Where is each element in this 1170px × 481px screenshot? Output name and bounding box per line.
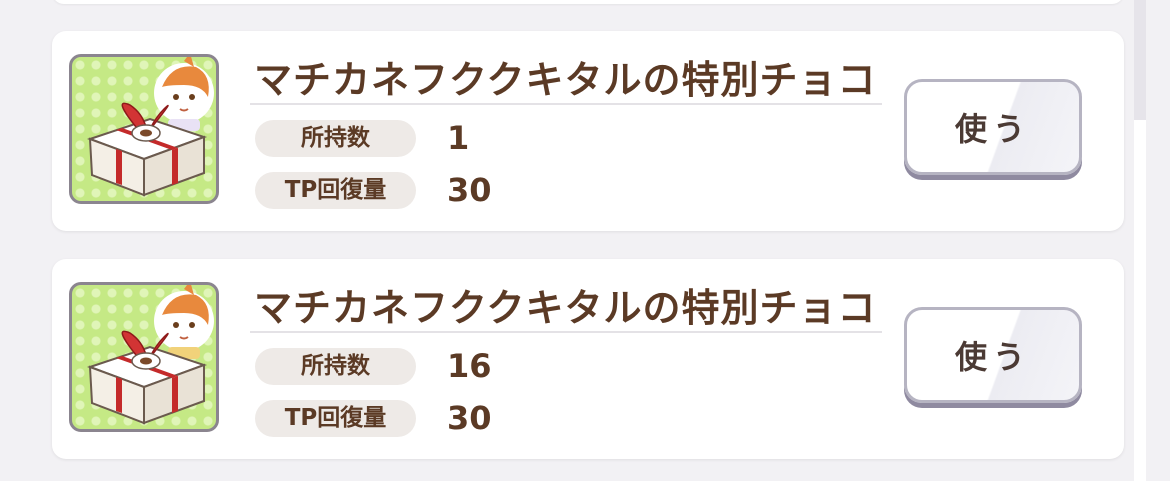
item-title: マチカネフククキタルの特別チョコ bbox=[254, 286, 877, 330]
use-button-label: 使う bbox=[954, 110, 1031, 148]
gift-box-icon bbox=[69, 282, 219, 432]
use-button[interactable]: 使う bbox=[904, 307, 1082, 403]
use-button[interactable]: 使う bbox=[904, 79, 1082, 175]
stat-label-quantity: 所持数 bbox=[255, 120, 416, 157]
previous-item-card-edge bbox=[52, 0, 1124, 4]
item-list-screen: マチカネフククキタルの特別チョコ 所持数 1 TP回復量 30 使う マチカネフ… bbox=[0, 0, 1170, 481]
stat-value-tp-recovery: 30 bbox=[447, 399, 492, 437]
gift-box-icon bbox=[69, 54, 219, 204]
stat-value-tp-recovery: 30 bbox=[447, 171, 492, 209]
item-card: マチカネフククキタルの特別チョコ 所持数 1 TP回復量 30 使う bbox=[52, 31, 1124, 231]
stat-label-tp-recovery: TP回復量 bbox=[255, 400, 416, 437]
character-chibi-icon bbox=[154, 57, 214, 131]
scrollbar-thumb[interactable] bbox=[1134, 0, 1146, 120]
stat-value-quantity: 1 bbox=[447, 119, 470, 157]
scrollbar[interactable] bbox=[1134, 0, 1146, 481]
title-divider bbox=[250, 331, 882, 333]
use-button-label: 使う bbox=[954, 338, 1031, 376]
item-card: マチカネフククキタルの特別チョコ 所持数 16 TP回復量 30 使う bbox=[52, 259, 1124, 459]
item-title: マチカネフククキタルの特別チョコ bbox=[254, 58, 877, 102]
title-divider bbox=[250, 103, 882, 105]
stat-label-tp-recovery: TP回復量 bbox=[255, 172, 416, 209]
stat-value-quantity: 16 bbox=[447, 347, 492, 385]
character-chibi-icon bbox=[154, 285, 214, 359]
stat-label-quantity: 所持数 bbox=[255, 348, 416, 385]
